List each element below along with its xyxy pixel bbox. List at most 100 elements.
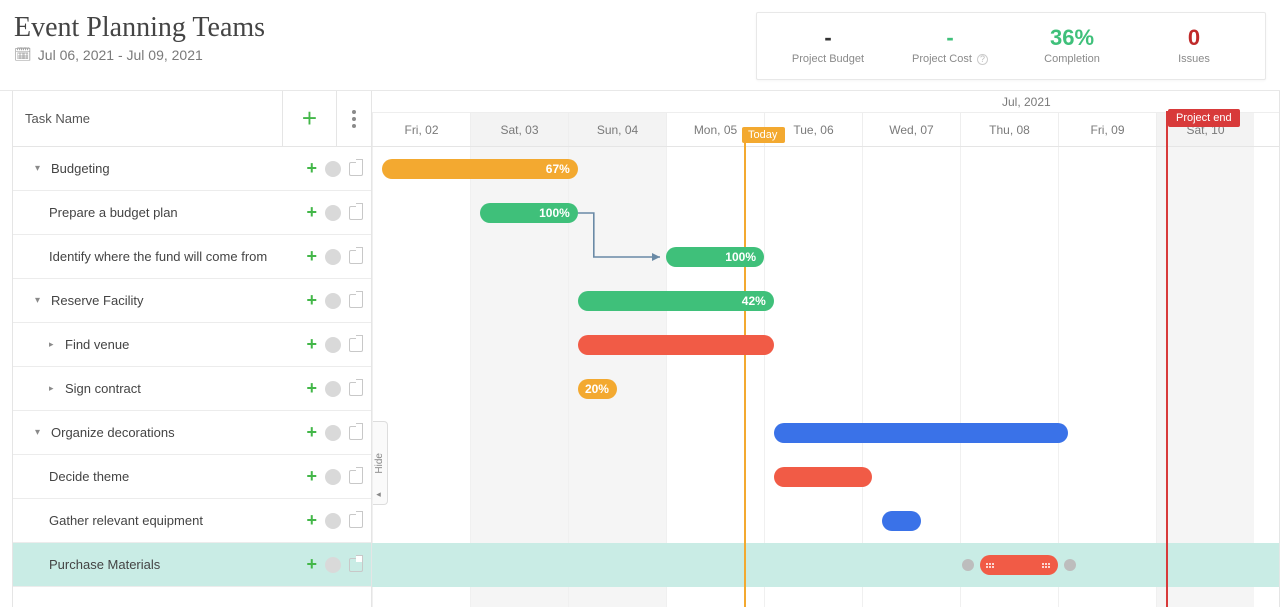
more-menu[interactable] [337,91,371,146]
status-icon[interactable] [325,249,341,265]
add-subtask-button[interactable]: + [306,510,317,531]
add-subtask-button[interactable]: + [306,246,317,267]
grid-column [372,147,470,607]
task-name: Identify where the fund will come from [49,249,306,264]
column-task-name[interactable]: Task Name [13,91,283,146]
grid-column [1058,147,1156,607]
task-row[interactable]: Gather relevant equipment+ [13,499,371,543]
status-icon[interactable] [325,293,341,309]
status-icon[interactable] [325,161,341,177]
caret-down-icon[interactable]: ▾ [35,163,45,174]
page-title: Event Planning Teams [14,12,265,44]
grid-column [1156,147,1254,607]
add-subtask-button[interactable]: + [306,334,317,355]
gantt-area: Jul, 2021 Fri, 02Sat, 03Sun, 04Mon, 05Tu… [372,91,1280,607]
task-row[interactable]: ▾ Budgeting+ [13,147,371,191]
gantt-bar[interactable]: 67% [382,159,578,179]
main: Task Name + ▾Budgeting+Prepare a budget … [0,91,1280,607]
task-name: Prepare a budget plan [49,205,306,220]
task-name: Gather relevant equipment [49,513,306,528]
gantt-bar[interactable] [578,335,774,355]
status-icon[interactable] [325,469,341,485]
help-icon[interactable]: ? [977,54,988,65]
caret-right-icon[interactable]: ▸ [49,383,59,394]
day-column: Fri, 09 [1058,113,1156,146]
bar-progress: 100% [666,250,764,264]
task-rows: ▾Budgeting+Prepare a budget plan+Identif… [13,147,371,607]
day-column: Sat, 03 [470,113,568,146]
task-row[interactable]: Prepare a budget plan+ [13,191,371,235]
task-row[interactable]: ▾Reserve Facility+ [13,279,371,323]
add-subtask-button[interactable]: + [306,378,317,399]
add-subtask-button[interactable]: + [306,422,317,443]
stat-budget-label: Project Budget [785,53,871,65]
stat-issues-value: 0 [1151,27,1237,49]
status-icon[interactable] [325,425,341,441]
caret-right-icon[interactable]: ▸ [49,339,59,350]
gantt-bar[interactable] [774,423,1068,443]
today-line [744,131,746,607]
add-subtask-button[interactable]: + [306,466,317,487]
task-row[interactable]: Identify where the fund will come from+ [13,235,371,279]
task-panel-head: Task Name + [13,91,371,147]
stat-cost-label: Project Cost ? [907,53,993,65]
drag-handle-icon[interactable] [986,558,996,572]
task-row[interactable]: ▸Find venue+ [13,323,371,367]
timeline-body[interactable]: Today Project end 67%100%100%42%20% [372,147,1279,607]
task-row[interactable]: ▸Sign contract+ [13,367,371,411]
gantt-bar[interactable] [980,555,1058,575]
status-icon[interactable] [325,205,341,221]
caret-down-icon[interactable]: ▾ [35,427,45,438]
day-column: Thu, 08 [960,113,1058,146]
title-area: Event Planning Teams 🗓 Jul 06, 2021 - Ju… [14,12,265,63]
add-subtask-button[interactable]: + [306,202,317,223]
bar-progress: 42% [578,294,774,308]
status-icon[interactable] [325,557,341,573]
add-subtask-button[interactable]: + [306,554,317,575]
header: Event Planning Teams 🗓 Jul 06, 2021 - Ju… [0,0,1280,91]
date-range[interactable]: 🗓 Jul 06, 2021 - Jul 09, 2021 [14,46,265,63]
stat-completion-value: 36% [1029,27,1115,49]
status-icon[interactable] [325,337,341,353]
gantt-bar[interactable]: 100% [666,247,764,267]
gantt-bar[interactable]: 100% [480,203,578,223]
today-flag: Today [742,127,785,143]
task-panel: Task Name + ▾Budgeting+Prepare a budget … [12,91,372,607]
gantt-bar[interactable] [774,467,872,487]
task-row[interactable]: ▾Organize decorations+ [13,411,371,455]
stat-issues: 0 Issues [1151,27,1237,65]
open-detail-icon[interactable] [349,426,363,440]
open-detail-icon[interactable] [349,514,363,528]
stat-issues-label: Issues [1151,53,1237,65]
project-end-flag: Project end [1168,109,1240,127]
add-column-button[interactable]: + [283,91,337,146]
open-detail-icon[interactable] [349,294,363,308]
day-column: Fri, 02 [372,113,470,146]
task-name: Budgeting [51,161,306,176]
grid-column [862,147,960,607]
gantt-bar[interactable]: 42% [578,291,774,311]
stat-cost: - Project Cost ? [907,27,993,65]
open-detail-icon[interactable] [349,206,363,220]
gantt-bar[interactable] [882,511,921,531]
caret-down-icon[interactable]: ▾ [35,295,45,306]
selected-row-highlight [372,543,1279,587]
day-column: Sun, 04 [568,113,666,146]
days-row: Fri, 02Sat, 03Sun, 04Mon, 05Tue, 06Wed, … [372,113,1279,146]
open-detail-icon[interactable] [349,382,363,396]
open-detail-icon[interactable] [349,162,363,176]
open-detail-icon[interactable] [349,470,363,484]
drag-handle-icon[interactable] [1042,558,1052,572]
add-subtask-button[interactable]: + [306,290,317,311]
open-detail-icon[interactable] [349,338,363,352]
status-icon[interactable] [325,513,341,529]
add-subtask-button[interactable]: + [306,158,317,179]
open-detail-icon[interactable] [349,250,363,264]
project-end-line [1166,111,1168,607]
gantt-bar[interactable]: 20% [578,379,617,399]
task-row[interactable]: Purchase Materials+ [13,543,371,587]
open-detail-icon[interactable] [349,558,363,572]
bar-progress: 100% [480,206,578,220]
status-icon[interactable] [325,381,341,397]
task-row[interactable]: Decide theme+ [13,455,371,499]
